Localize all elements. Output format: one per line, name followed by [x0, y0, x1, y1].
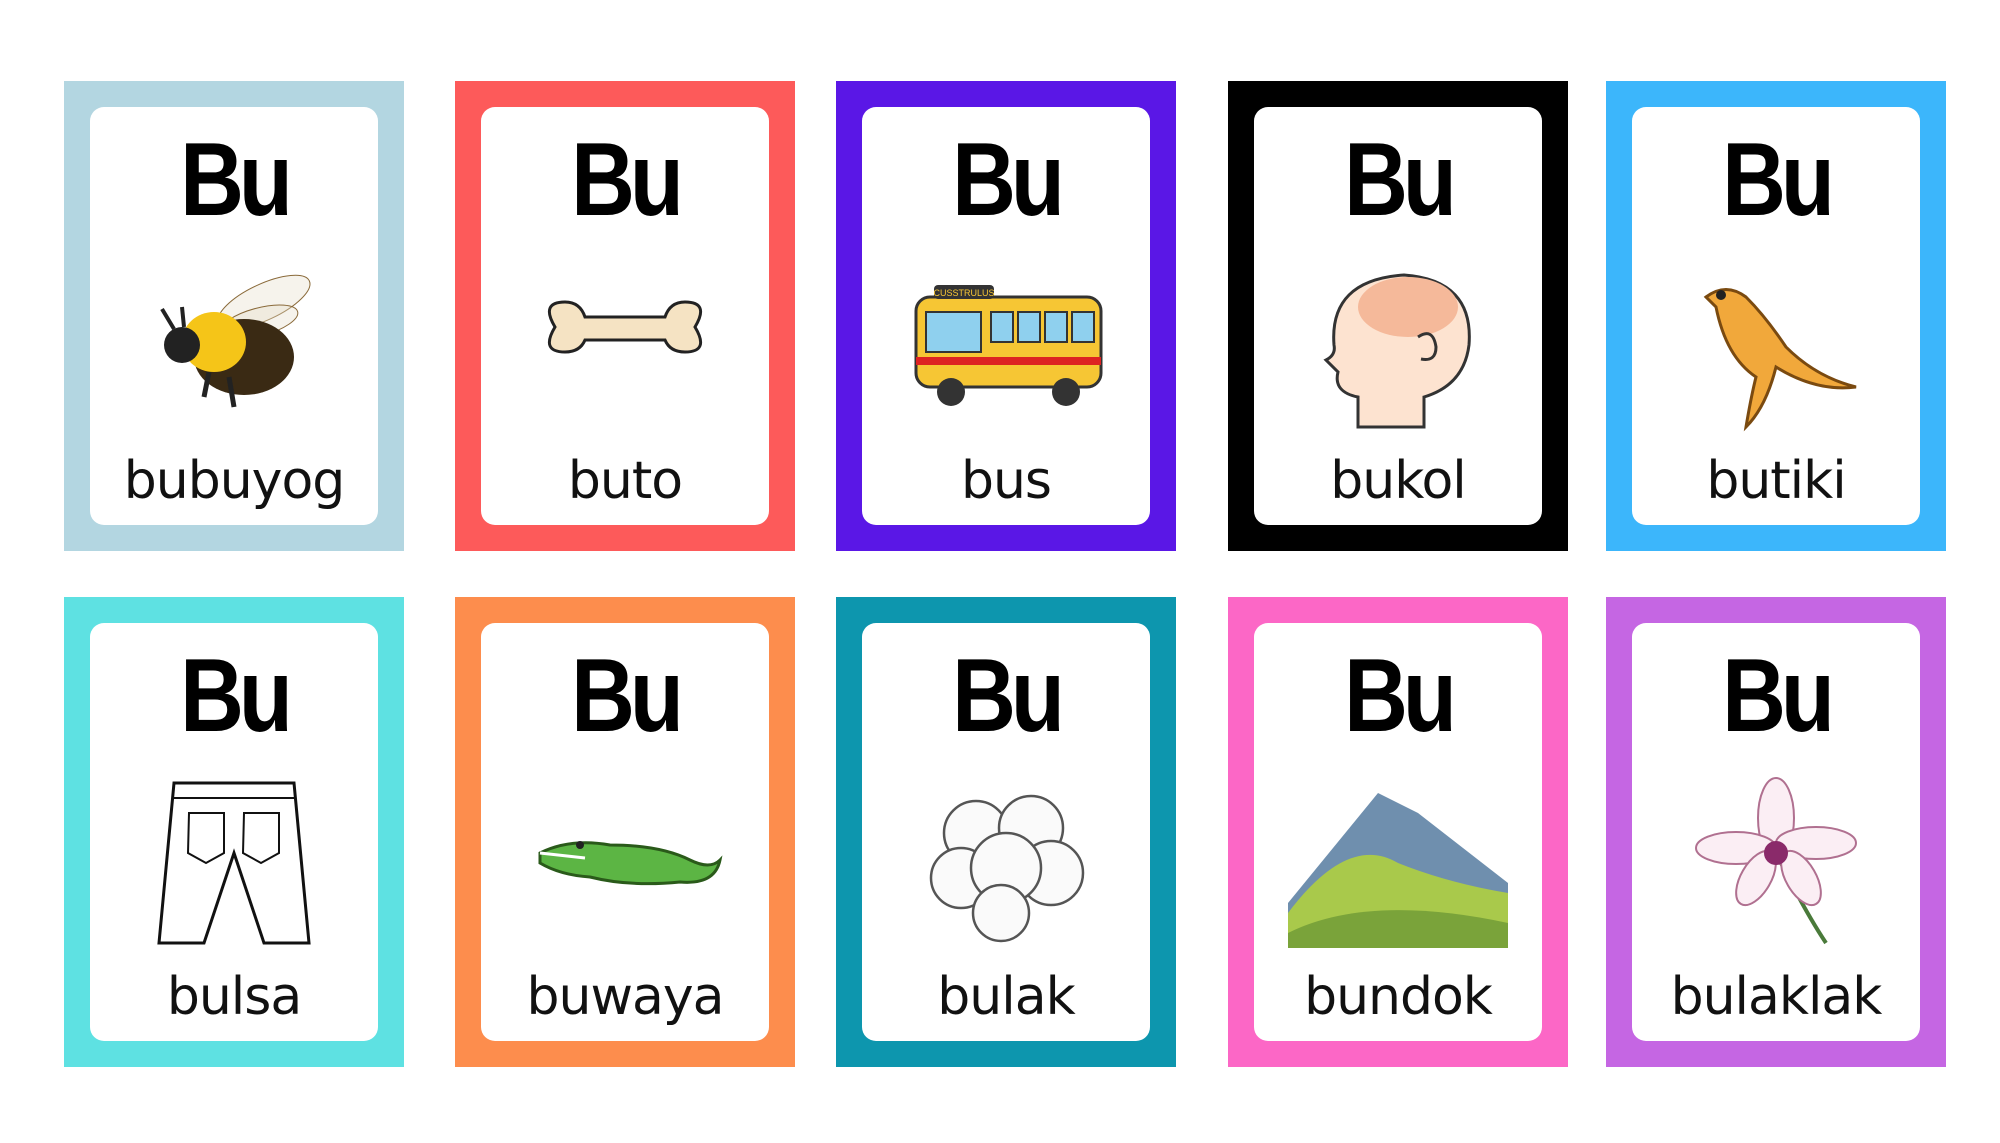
syllable-label: Bu: [952, 122, 1065, 238]
word-label: bundok: [1304, 967, 1493, 1027]
word-label: buto: [567, 451, 683, 511]
word-label: bus: [960, 451, 1052, 511]
flashcard-bulak: Bu bulak: [836, 597, 1176, 1067]
syllable-label: Bu: [1344, 122, 1457, 238]
cotton-icon: [892, 773, 1120, 948]
flashcard-buwaya: Bu buwaya: [455, 597, 795, 1067]
bus-sign-text: CUSSTRULUS: [933, 288, 994, 298]
bone-icon: [511, 257, 739, 432]
flashcard-face: Bu bukol: [1254, 107, 1542, 525]
flashcard-face: Bu bubuyog: [90, 107, 378, 525]
flower-icon: [1662, 773, 1890, 948]
flashcard-bulaklak: Bu bulaklak: [1606, 597, 1946, 1067]
word-label: bulak: [937, 967, 1075, 1027]
flashcard-bukol: Bu bukol: [1228, 81, 1568, 551]
flashcard-face: Bu buto: [481, 107, 769, 525]
word-label: buwaya: [526, 967, 725, 1027]
word-label: bulsa: [166, 967, 302, 1027]
flashcard-face: Bu CUSSTRULUS bus: [862, 107, 1150, 525]
word-label: bukol: [1330, 451, 1467, 511]
syllable-label: Bu: [1344, 638, 1457, 754]
syllable-label: Bu: [571, 638, 684, 754]
flashcard-face: Bu bundok: [1254, 623, 1542, 1041]
syllable-label: Bu: [1722, 638, 1835, 754]
word-label: butiki: [1706, 451, 1846, 511]
pants-pocket-icon: [120, 773, 348, 948]
flashcard-face: Bu bulaklak: [1632, 623, 1920, 1041]
bee-icon: [120, 257, 348, 432]
lizard-icon: [1662, 257, 1890, 432]
flashcard-buto: Bu buto: [455, 81, 795, 551]
crocodile-icon: [511, 773, 739, 948]
flashcard-face: Bu bulak: [862, 623, 1150, 1041]
flashcard-bus: Bu CUSSTRULUS bus: [836, 81, 1176, 551]
flashcard-butiki: Bu butiki: [1606, 81, 1946, 551]
flashcard-face: Bu buwaya: [481, 623, 769, 1041]
flashcard-bubuyog: Bu bubuyog: [64, 81, 404, 551]
syllable-label: Bu: [180, 122, 293, 238]
syllable-label: Bu: [1722, 122, 1835, 238]
word-label: bulaklak: [1670, 967, 1883, 1027]
word-label: bubuyog: [123, 451, 346, 511]
flashcard-face: Bu bulsa: [90, 623, 378, 1041]
syllable-label: Bu: [571, 122, 684, 238]
mountain-icon: [1284, 773, 1512, 948]
bus-icon: CUSSTRULUS: [892, 257, 1120, 432]
flashcard-bundok: Bu bundok: [1228, 597, 1568, 1067]
flashcard-bulsa: Bu bulsa: [64, 597, 404, 1067]
syllable-label: Bu: [180, 638, 293, 754]
head-bump-icon: [1284, 257, 1512, 432]
flashcard-face: Bu butiki: [1632, 107, 1920, 525]
syllable-label: Bu: [952, 638, 1065, 754]
